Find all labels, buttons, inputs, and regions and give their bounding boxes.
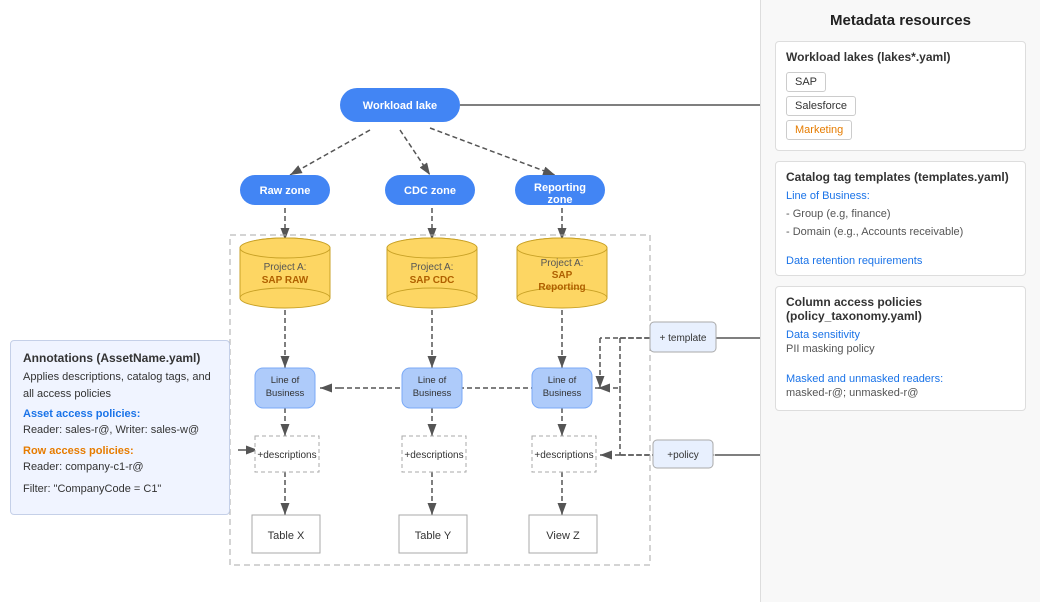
workload-lakes-tags: SAP Salesforce Marketing — [786, 70, 1015, 142]
salesforce-tag: Salesforce — [786, 96, 856, 116]
asset-access-sub: Reader: sales-r@, Writer: sales-w@ — [23, 422, 217, 439]
masked-readers-sub: masked-r@; unmasked-r@ — [786, 385, 1015, 403]
asset-access-link: Asset access policies: — [23, 408, 217, 420]
svg-text:Line of: Line of — [548, 375, 577, 386]
reporting-zone-label: Reporting — [534, 182, 586, 194]
svg-text:Business: Business — [266, 388, 305, 399]
annotations-desc: Applies descriptions, catalog tags, and … — [23, 369, 217, 402]
svg-text:SAP: SAP — [552, 270, 573, 281]
right-panel-title: Metadata resources — [775, 12, 1026, 29]
column-access-title: Column access policies (policy_taxonomy.… — [786, 295, 1015, 323]
svg-text:+descriptions: +descriptions — [257, 450, 316, 461]
row-filter: Filter: "CompanyCode = C1" — [23, 481, 217, 498]
lob-link: Line of Business: — [786, 190, 1015, 202]
svg-text:+descriptions: +descriptions — [534, 450, 593, 461]
row-access-link: Row access policies: — [23, 445, 217, 457]
cdc-zone-label: CDC zone — [404, 185, 456, 197]
sap-tag: SAP — [786, 72, 826, 92]
pii-masking: PII masking policy — [786, 341, 1015, 359]
workload-lake-label: Workload lake — [363, 100, 437, 112]
marketing-tag: Marketing — [786, 120, 852, 140]
lob-item-2: - Domain (e.g., Accounts receivable) — [786, 224, 1015, 242]
data-retention-link: Data retention requirements — [786, 255, 1015, 267]
column-access-section: Column access policies (policy_taxonomy.… — [775, 286, 1026, 411]
svg-text:Business: Business — [543, 388, 582, 399]
svg-text:Project A:: Project A: — [541, 258, 584, 269]
svg-text:View Z: View Z — [546, 530, 580, 542]
svg-text:+ template: + template — [660, 333, 707, 344]
row-access-sub: Reader: company-c1-r@ — [23, 459, 217, 476]
svg-text:SAP RAW: SAP RAW — [262, 275, 309, 286]
catalog-tags-section: Catalog tag templates (templates.yaml) L… — [775, 161, 1026, 276]
svg-text:Reporting: Reporting — [538, 282, 585, 293]
right-panel: Metadata resources Workload lakes (lakes… — [760, 0, 1040, 602]
svg-text:Line of: Line of — [418, 375, 447, 386]
workload-lakes-section: Workload lakes (lakes*.yaml) SAP Salesfo… — [775, 41, 1026, 151]
svg-text:Business: Business — [413, 388, 452, 399]
svg-text:Project A:: Project A: — [264, 262, 307, 273]
svg-text:Line of: Line of — [271, 375, 300, 386]
data-sensitivity-link: Data sensitivity — [786, 329, 1015, 341]
annotations-box: Annotations (AssetName.yaml) Applies des… — [10, 340, 230, 515]
svg-text:Table X: Table X — [268, 530, 305, 542]
raw-zone-label: Raw zone — [260, 185, 311, 197]
svg-text:SAP CDC: SAP CDC — [410, 275, 455, 286]
annotations-title: Annotations (AssetName.yaml) — [23, 351, 217, 365]
catalog-tags-title: Catalog tag templates (templates.yaml) — [786, 170, 1015, 184]
reporting-zone-label2: zone — [547, 194, 572, 206]
svg-text:+descriptions: +descriptions — [404, 450, 463, 461]
svg-text:Table Y: Table Y — [415, 530, 452, 542]
svg-text:+policy: +policy — [667, 450, 698, 461]
lob-item-1: - Group (e.g, finance) — [786, 206, 1015, 224]
svg-text:Project A:: Project A: — [411, 262, 454, 273]
workload-lakes-title: Workload lakes (lakes*.yaml) — [786, 50, 1015, 64]
masked-readers-link: Masked and unmasked readers: — [786, 373, 1015, 385]
